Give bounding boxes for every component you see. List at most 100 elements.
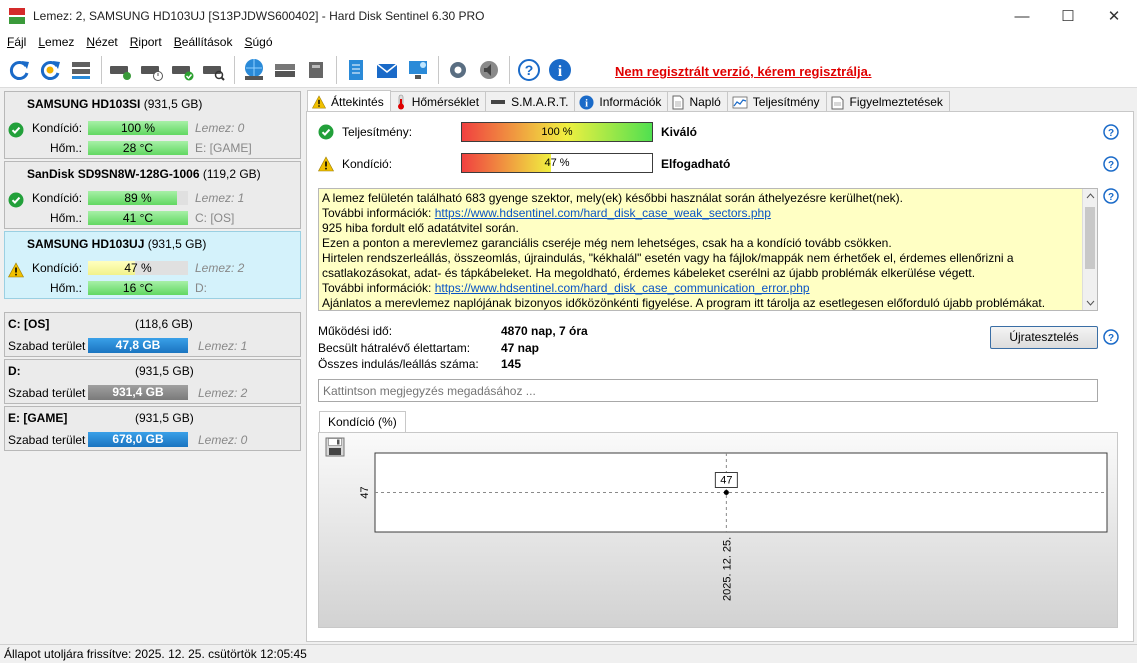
overview-panel: Teljesítmény: 100 % Kiváló ? Kondíció: 4… [306,111,1134,642]
performance-bar: 100 % [461,122,653,142]
disk-title: SanDisk SD9SN8W-128G-1006 (119,2 GB) [27,167,261,181]
volume-card[interactable]: D: (931,5 GB) Szabad terület 931,4 GB Le… [4,359,301,404]
scroll-down-icon[interactable] [1086,300,1095,306]
scroll-thumb[interactable] [1085,207,1095,269]
volume-name: E: [GAME] [8,411,68,425]
disk-schedule-icon[interactable] [137,55,167,85]
external-disk-icon[interactable] [301,55,331,85]
disk-ref: Lemez: 0 [195,121,245,135]
thermometer-icon [397,94,404,110]
tab-smart[interactable]: S.M.A.R.T. [485,91,576,112]
tab-condition-chart[interactable]: Kondíció (%) [319,411,406,433]
condition-chart: 47 47 2025. 12. 25. [318,432,1118,628]
weak-sectors-link[interactable]: https://www.hdsentinel.com/hard_disk_cas… [435,206,771,220]
disk-ref: Lemez: 2 [195,261,245,275]
document-icon [672,95,684,109]
tab-performance[interactable]: Teljesítmény [726,91,827,112]
ok-status-icon [8,192,24,208]
volume-disk-ref: Lemez: 2 [198,386,248,400]
communication-error-link[interactable]: https://www.hdsentinel.com/hard_disk_cas… [435,281,810,295]
free-space-label: Szabad terület [8,433,86,447]
uptime-value: 4870 nap, 7 óra [501,324,588,338]
email-icon[interactable] [372,55,402,85]
point-label: 47 [720,475,732,487]
volume-card[interactable]: C: [OS] (118,6 GB) Szabad terület 47,8 G… [4,312,301,357]
disk-list-icon[interactable] [66,55,96,85]
note-input[interactable] [318,379,1098,402]
disk-card[interactable]: SAMSUNG HD103SI (931,5 GB) Kondíció: 100… [4,91,301,159]
volume-size: (931,5 GB) [135,364,194,378]
temperature-label: Hőm.: [50,141,83,155]
disk-card-selected[interactable]: SAMSUNG HD103UJ (931,5 GB) Kondíció: 47 … [4,231,301,299]
menu-report[interactable]: Riport [125,35,167,49]
report-icon[interactable] [341,55,371,85]
gear-icon[interactable] [443,55,473,85]
tab-log[interactable]: Napló [667,91,728,112]
tab-bar: Áttekintés Hőmérséklet S.M.A.R.T. i Info… [307,90,950,112]
help-icon[interactable]: ? [514,55,544,85]
tab-temperature[interactable]: Hőmérséklet [389,91,487,112]
close-button[interactable]: ✕ [1091,0,1137,32]
maximize-button[interactable]: ☐ [1045,0,1091,32]
info-icon[interactable]: i [545,55,575,85]
refresh-all-icon[interactable] [35,55,65,85]
disk-title: SAMSUNG HD103SI (931,5 GB) [27,97,203,111]
temperature-value: 28 °C [88,141,188,155]
alerts-icon [831,96,843,109]
menu-disk[interactable]: Lemez [33,35,79,49]
network-send-icon[interactable] [403,55,433,85]
menu-view[interactable]: Nézet [81,35,122,49]
message-line: További információk: https://www.hdsenti… [322,281,810,295]
tab-label: Figyelmeztetések [849,95,943,109]
svg-text:i: i [558,63,563,80]
tab-overview[interactable]: Áttekintés [307,90,391,112]
disk-test-icon[interactable] [106,55,136,85]
network-disk-icon[interactable] [239,55,269,85]
tab-alerts[interactable]: Figyelmeztetések [825,91,950,112]
registration-link[interactable]: Nem regisztrált verzió, kérem regisztrál… [615,64,872,79]
refresh-icon[interactable] [4,55,34,85]
sound-icon[interactable] [474,55,504,85]
condition-value: 100 % [120,121,156,135]
condition-value: 89 % [124,191,152,205]
condition-rating: Elfogadható [661,157,731,171]
performance-label: Teljesítmény: [342,125,413,139]
tab-label: Teljesítmény [752,95,820,109]
menu-file[interactable]: Fájl [2,35,31,49]
message-line: csatlakozásokat, adat- és tápkábeleket. … [322,266,976,280]
health-message-box[interactable]: A lemez felületén található 683 gyenge s… [318,188,1098,311]
help-icon[interactable]: ? [1103,329,1119,345]
disk-check-icon[interactable] [168,55,198,85]
message-scrollbar[interactable] [1082,189,1097,310]
startstop-value: 145 [501,357,522,371]
lifetime-value: 47 nap [501,341,540,355]
svg-text:?: ? [525,62,534,78]
disk-search-icon[interactable] [199,55,229,85]
tab-label: S.M.A.R.T. [511,95,569,109]
title-bar: Lemez: 2, SAMSUNG HD103UJ [S13PJDWS60040… [0,0,1137,32]
drive-letter: E: [GAME] [195,141,252,155]
condition-bar: 47 % [461,153,653,173]
scroll-up-icon[interactable] [1086,193,1095,199]
chart-icon [732,96,748,108]
window-title: Lemez: 2, SAMSUNG HD103UJ [S13PJDWS60040… [33,9,485,23]
menu-settings[interactable]: Beállítások [169,35,238,49]
help-icon[interactable]: ? [1103,124,1119,140]
disk-ref: Lemez: 1 [195,191,245,205]
svg-text:i: i [585,98,588,109]
disk-stack-icon[interactable] [270,55,300,85]
volume-card[interactable]: E: [GAME] (931,5 GB) Szabad terület 678,… [4,406,301,451]
minimize-button[interactable]: — [999,0,1045,32]
menu-help[interactable]: Súgó [239,35,277,49]
tab-information[interactable]: i Információk [574,91,669,112]
help-icon[interactable]: ? [1103,156,1119,172]
help-icon[interactable]: ? [1103,188,1119,204]
temperature-label: Hőm.: [50,281,83,295]
drive-letter: C: [OS] [195,211,235,225]
condition-chart-plot: 47 47 2025. 12. 25. [359,452,1108,601]
temperature-label: Hőm.: [50,211,83,225]
retest-button[interactable]: Újratesztelés [990,326,1098,349]
app-icon [9,8,25,24]
disk-card[interactable]: SanDisk SD9SN8W-128G-1006 (119,2 GB) Kon… [4,161,301,229]
svg-text:?: ? [1108,128,1114,139]
